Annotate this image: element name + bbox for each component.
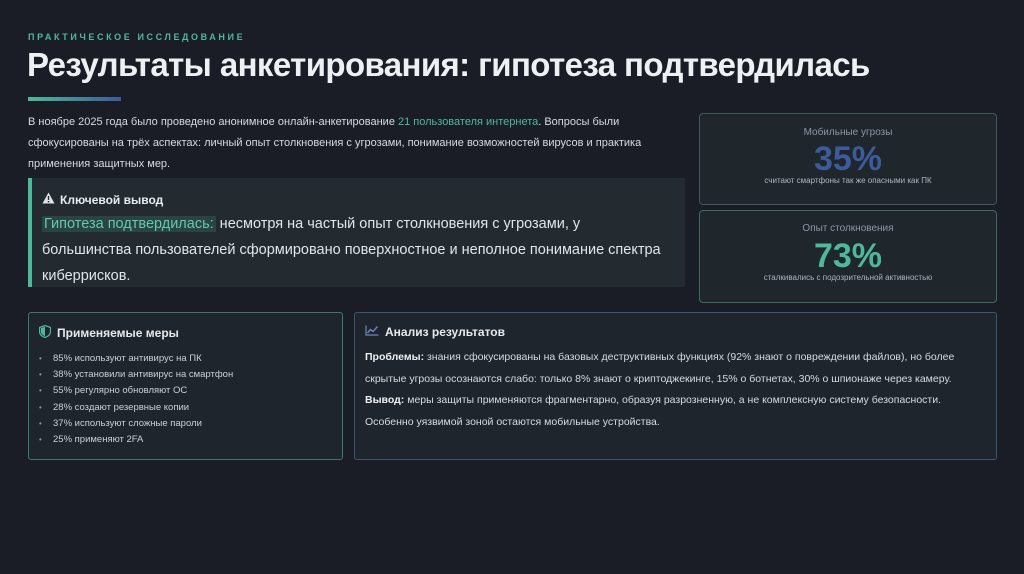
callout-text: Гипотеза подтвердилась: несмотря на част… [42,211,673,289]
problems-text: знания сфокусированы на базовых деструкт… [365,351,955,385]
list-item: 28% создают резервные копии [39,400,332,416]
eyebrow-label: ПРАКТИЧЕСКОЕ ИССЛЕДОВАНИЕ [28,32,246,42]
intro-paragraph: В ноябре 2025 года было проведено аноним… [28,112,693,175]
stat-value: 35% [813,140,883,178]
stat-value: 73% [813,237,883,275]
stat-card-mobile-threats: Мобильные угрозы 35% считают смартфоны т… [699,113,997,205]
page-title: Результаты анкетирования: гипотеза подтв… [27,46,870,83]
callout-header: Ключевой вывод [42,192,673,207]
intro-highlight: 21 пользователя интернета [398,116,539,128]
callout-heading: Ключевой вывод [60,192,164,207]
analysis-conclusion: Вывод: меры защиты применяются фрагмента… [365,390,986,433]
title-accent-bar [28,97,121,101]
stat-caption: сталкивались с подозрительной активность… [763,273,933,282]
list-item: 55% регулярно обновляют ОС [39,383,332,399]
measures-heading: Применяемые меры [57,326,179,340]
list-item: 38% установили антивирус на смартфон [39,367,332,383]
stat-caption: считают смартфоны так же опасными как ПК [764,176,932,185]
callout-highlight: Гипотеза подтвердилась: [42,216,216,232]
key-finding-callout: Ключевой вывод Гипотеза подтвердилась: н… [28,178,685,287]
analysis-problems: Проблемы: знания сфокусированы на базовы… [365,347,986,390]
measures-header: Применяемые меры [38,324,332,341]
chart-line-icon [365,325,379,339]
analysis-header: Анализ результатов [365,325,986,339]
shield-icon [38,324,52,341]
measures-panel: Применяемые меры 85% используют антивиру… [28,312,343,460]
list-item: 25% применяют 2FA [39,432,332,448]
problems-label: Проблемы: [365,351,425,363]
list-item: 85% используют антивирус на ПК [39,351,332,367]
stat-label: Мобильные угрозы [803,127,893,138]
analysis-heading: Анализ результатов [385,325,505,339]
warning-icon [42,192,55,207]
list-item: 37% используют сложные пароли [39,416,332,432]
measures-list: 85% используют антивирус на ПК 38% устан… [39,351,332,448]
analysis-panel: Анализ результатов Проблемы: знания сфок… [354,312,997,460]
conclusion-text: меры защиты применяются фрагментарно, об… [365,394,942,428]
stat-label: Опыт столкновения [802,223,894,234]
stat-card-threat-experience: Опыт столкновения 73% сталкивались с под… [699,210,997,303]
intro-text-before: В ноябре 2025 года было проведено аноним… [28,116,398,128]
conclusion-label: Вывод: [365,394,405,406]
